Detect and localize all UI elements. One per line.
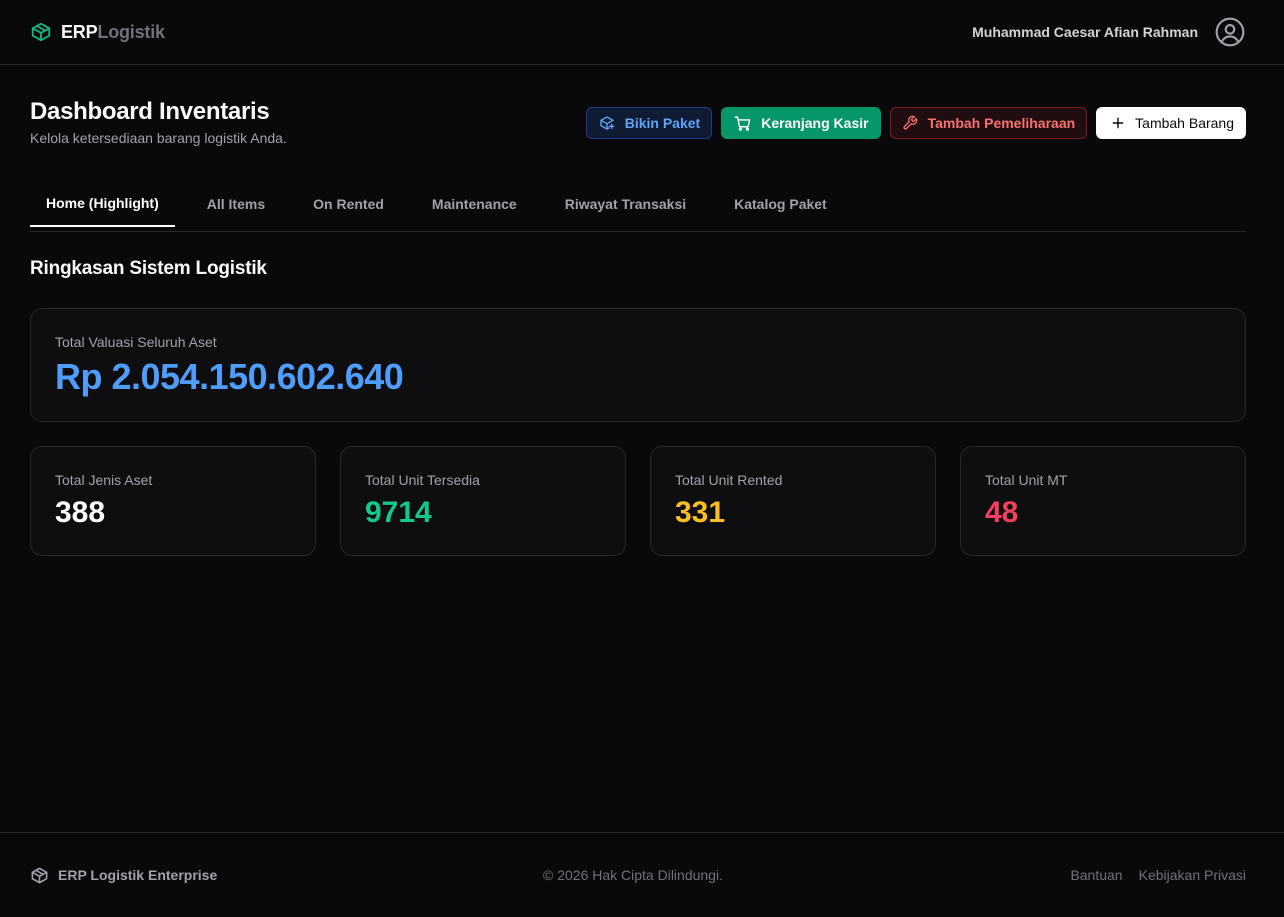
tab-katalog-paket[interactable]: Katalog Paket (718, 180, 843, 227)
section-title: Ringkasan Sistem Logistik (30, 258, 267, 279)
tab-riwayat-transaksi[interactable]: Riwayat Transaksi (549, 180, 702, 227)
stat-value: 48 (985, 496, 1019, 529)
footer-brand-name: ERP Logistik Enterprise (58, 867, 218, 883)
user-name: Muhammad Caesar Afian Rahman (972, 24, 1198, 40)
valuation-value: Rp 2.054.150.602.640 (55, 356, 404, 397)
stat-label: Total Jenis Aset (55, 472, 153, 488)
tab-home[interactable]: Home (Highlight) (30, 180, 175, 227)
tab-all-items[interactable]: All Items (191, 180, 281, 227)
stat-value: 9714 (365, 496, 432, 529)
keranjang-kasir-label: Keranjang Kasir (761, 115, 869, 131)
stat-value: 388 (55, 496, 106, 529)
page-header: Dashboard Inventaris Kelola ketersediaan… (30, 98, 1246, 146)
bikin-paket-label: Bikin Paket (624, 115, 701, 131)
stat-label: Total Unit Tersedia (365, 472, 480, 488)
stat-value: 331 (675, 496, 726, 529)
tambah-barang-label: Tambah Barang (1135, 115, 1234, 131)
tambah-pemeliharaan-button[interactable]: Tambah Pemeliharaan (889, 107, 1088, 139)
tab-maintenance[interactable]: Maintenance (416, 180, 533, 227)
stat-card-unit-mt: Total Unit MT 48 (960, 446, 1246, 556)
footer-link-bantuan[interactable]: Bantuan (1070, 867, 1122, 883)
tab-bar: Home (Highlight) All Items On Rented Mai… (30, 180, 1246, 232)
footer: ERP Logistik Enterprise © 2026 Hak Cipta… (0, 832, 1284, 917)
top-navbar: ERPLogistik Muhammad Caesar Afian Rahman (0, 0, 1284, 65)
user-menu[interactable]: Muhammad Caesar Afian Rahman (972, 16, 1246, 48)
stat-card-jenis-aset: Total Jenis Aset 388 (30, 446, 316, 556)
plus-icon (1111, 116, 1125, 130)
tab-on-rented[interactable]: On Rented (297, 180, 400, 227)
tambah-pemeliharaan-label: Tambah Pemeliharaan (927, 115, 1076, 131)
brand-name: ERPLogistik (61, 21, 165, 42)
stat-label: Total Unit MT (985, 472, 1068, 488)
valuation-card: Total Valuasi Seluruh Aset Rp 2.054.150.… (30, 308, 1246, 422)
footer-links: Bantuan Kebijakan Privasi (1070, 867, 1246, 883)
bikin-paket-button[interactable]: Bikin Paket (585, 107, 713, 139)
footer-brand: ERP Logistik Enterprise (30, 866, 217, 885)
package-icon (30, 21, 52, 43)
shopping-cart-icon (734, 115, 751, 132)
footer-copyright: © 2026 Hak Cipta Dilindungi. (543, 867, 723, 883)
footer-link-kebijakan-privasi[interactable]: Kebijakan Privasi (1139, 867, 1246, 883)
brand-logo[interactable]: ERPLogistik (30, 21, 165, 43)
keranjang-kasir-button[interactable]: Keranjang Kasir (721, 107, 881, 139)
package-icon (30, 866, 49, 885)
stat-card-unit-rented: Total Unit Rented 331 (650, 446, 936, 556)
valuation-label: Total Valuasi Seluruh Aset (55, 334, 217, 350)
stat-card-unit-tersedia: Total Unit Tersedia 9714 (340, 446, 626, 556)
wrench-icon (902, 115, 918, 131)
package-plus-icon (599, 115, 615, 131)
user-circle-icon[interactable] (1214, 16, 1246, 48)
stat-label: Total Unit Rented (675, 472, 783, 488)
tambah-barang-button[interactable]: Tambah Barang (1096, 107, 1246, 139)
action-bar: Bikin Paket Keranjang Kasir Tambah Pemel… (585, 107, 1246, 139)
